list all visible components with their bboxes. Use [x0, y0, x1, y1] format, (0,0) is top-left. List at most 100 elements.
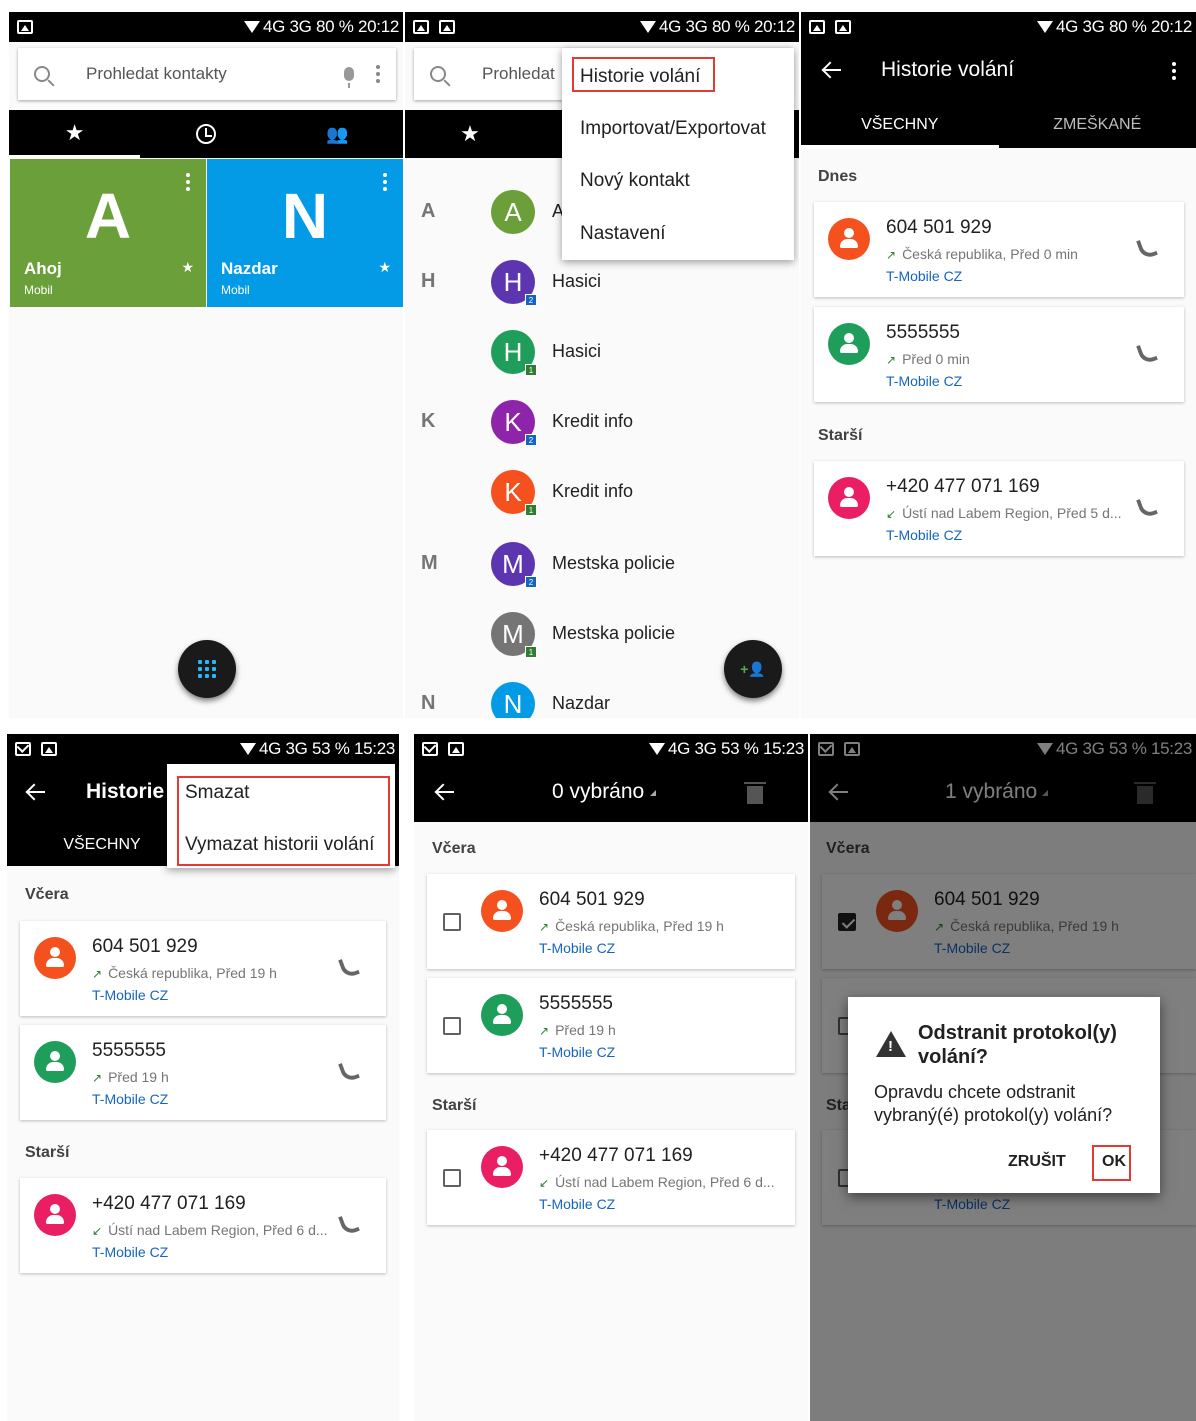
selection-count-dropdown[interactable]: 0 vybráno — [552, 780, 644, 804]
contact-name[interactable]: Mestska policie — [552, 623, 675, 644]
row-checkbox[interactable] — [443, 1017, 461, 1035]
search-input[interactable]: Prohledat kontakty — [86, 64, 344, 84]
section-letter: K — [421, 410, 436, 432]
section-header-older: Starší — [25, 1144, 70, 1161]
sim-badge-icon: 2 — [525, 576, 537, 588]
contact-name[interactable]: Mestska policie — [552, 553, 675, 574]
star-icon: ★ — [378, 259, 391, 275]
wifi-icon — [243, 21, 260, 33]
tab-favorites[interactable]: ★ — [9, 110, 141, 158]
call-log-card[interactable]: 604 501 929 ↗ Česká republika, Před 19 h T-… — [427, 874, 795, 969]
call-log-card[interactable]: 604 501 929 ↗ Česká republika, Před 0 min T… — [814, 202, 1184, 297]
tile-menu-icon[interactable] — [186, 173, 190, 191]
sim-badge-icon: 1 — [525, 646, 537, 658]
search-input[interactable]: Prohledat — [482, 64, 555, 84]
back-arrow-icon[interactable] — [27, 782, 47, 802]
call-log-card[interactable]: +420 477 071 169 ↙ Ústí nad Labem Region, … — [814, 461, 1184, 556]
call-phone-icon[interactable] — [338, 1212, 360, 1234]
row-checkbox[interactable] — [443, 1169, 461, 1187]
tab-recents[interactable] — [140, 110, 271, 158]
person-icon — [46, 1051, 64, 1073]
contact-avatar: H1 — [491, 330, 537, 376]
menu-item-import-export[interactable]: Importovat/Exportovat — [580, 118, 766, 140]
delete-icon[interactable] — [744, 782, 766, 804]
dialpad-button[interactable] — [178, 640, 236, 698]
call-phone-icon[interactable] — [338, 955, 360, 977]
tab-missed[interactable]: ZMEŠKANÉ — [999, 116, 1196, 134]
call-number: +420 477 071 169 — [886, 476, 1040, 497]
person-icon — [493, 900, 511, 922]
search-icon — [34, 66, 50, 82]
call-detail-text: Česká republika, Před 19 h — [108, 965, 277, 981]
favorite-tile[interactable]: A Ahoj Mobil ★ — [10, 159, 206, 307]
people-icon: 👥 — [326, 123, 349, 144]
section-letter: N — [421, 692, 436, 714]
warning-icon — [876, 1031, 906, 1057]
contact-name[interactable]: Hasici — [552, 341, 601, 362]
call-phone-icon[interactable] — [1136, 495, 1158, 517]
contact-name[interactable]: Kredit info — [552, 411, 633, 432]
favorite-phone-type: Mobil — [221, 283, 250, 297]
tab-favorites[interactable]: ★ — [405, 110, 535, 158]
row-checkbox[interactable] — [443, 913, 461, 931]
status-text: 4G 3G 53 % 15:23 — [258, 739, 395, 758]
call-phone-icon[interactable] — [338, 1059, 360, 1081]
contact-name[interactable]: Hasici — [552, 271, 601, 292]
call-log-card[interactable]: 5555555 ↗ Před 19 h T-Mobile CZ — [20, 1025, 386, 1120]
call-detail-text: Česká republika, Před 0 min — [902, 246, 1078, 262]
add-contact-button[interactable]: +👤 — [724, 640, 782, 698]
avatar-initial: K — [504, 476, 522, 507]
microphone-icon[interactable] — [344, 67, 354, 88]
sim-badge-icon: 2 — [525, 294, 537, 306]
cancel-button[interactable]: ZRUŠIT — [1008, 1153, 1066, 1171]
screen-favorites: 4G 3G 80 % 20:12 Prohledat kontakty ★ 👥 … — [9, 12, 403, 718]
call-phone-icon[interactable] — [1136, 236, 1158, 258]
status-text: 4G 3G 80 % 20:12 — [1055, 17, 1192, 36]
gallery-notification-icon — [835, 20, 851, 34]
menu-item-new-contact[interactable]: Nový kontakt — [580, 170, 690, 192]
dropdown-arrow-icon — [650, 790, 656, 796]
status-bar: 4G 3G 53 % 15:23 — [7, 734, 399, 764]
search-bar[interactable]: Prohledat kontakty — [18, 48, 396, 100]
gallery-notification-icon — [413, 20, 429, 34]
contact-name[interactable]: Nazdar — [552, 693, 610, 714]
call-detail: ↗ Česká republika, Před 19 h — [92, 965, 277, 981]
contact-name[interactable]: Kredit info — [552, 481, 633, 502]
call-phone-icon[interactable] — [1136, 341, 1158, 363]
contact-avatar — [34, 937, 76, 979]
app-bar: 0 vybráno — [414, 764, 808, 822]
call-detail-text: Před 0 min — [902, 351, 970, 367]
status-text: 4G 3G 80 % 20:12 — [262, 17, 399, 36]
call-detail-text: Ústí nad Labem Region, Před 6 d... — [555, 1174, 775, 1190]
menu-item-settings[interactable]: Nastavení — [580, 223, 666, 245]
avatar-initial: A — [504, 196, 522, 227]
call-detail-text: Před 19 h — [555, 1022, 616, 1038]
gallery-notification-icon — [439, 20, 455, 34]
screen-select-calls: 4G 3G 53 % 15:23 0 vybráno Včera Starší … — [414, 734, 808, 1421]
call-operator: T-Mobile CZ — [539, 940, 616, 956]
tab-all[interactable]: VŠECHNY — [801, 116, 999, 148]
favorite-name: Nazdar — [221, 259, 278, 278]
avatar-initial: H — [503, 266, 523, 297]
back-arrow-icon[interactable] — [823, 60, 843, 80]
call-log-card[interactable]: 5555555 ↗ Před 0 min T-Mobile CZ — [814, 307, 1184, 402]
call-log-card[interactable]: +420 477 071 169 ↙ Ústí nad Labem Region, … — [427, 1130, 795, 1225]
call-number: 5555555 — [539, 993, 613, 1014]
tab-contacts[interactable]: 👥 — [272, 110, 403, 158]
favorite-tile[interactable]: N Nazdar Mobil ★ — [207, 159, 403, 307]
section-header-older: Starší — [432, 1097, 477, 1114]
call-log-card[interactable]: 5555555 ↗ Před 19 h T-Mobile CZ — [427, 978, 795, 1073]
call-number: 604 501 929 — [92, 936, 198, 957]
outgoing-call-icon: ↗ — [92, 1071, 103, 1085]
call-log-card[interactable]: 604 501 929 ↗ Česká republika, Před 19 h T-… — [20, 921, 386, 1016]
back-arrow-icon[interactable] — [436, 782, 456, 802]
clock-icon — [195, 124, 216, 144]
call-operator: T-Mobile CZ — [539, 1044, 616, 1060]
call-detail-text: Ústí nad Labem Region, Před 5 d... — [902, 505, 1122, 521]
incoming-call-icon: ↙ — [92, 1224, 103, 1238]
add-contact-icon: +👤 — [740, 660, 766, 677]
more-options-icon[interactable] — [376, 65, 380, 83]
more-options-icon[interactable] — [1172, 62, 1176, 80]
tile-menu-icon[interactable] — [383, 173, 387, 191]
call-log-card[interactable]: +420 477 071 169 ↙ Ústí nad Labem Region, … — [20, 1178, 386, 1273]
